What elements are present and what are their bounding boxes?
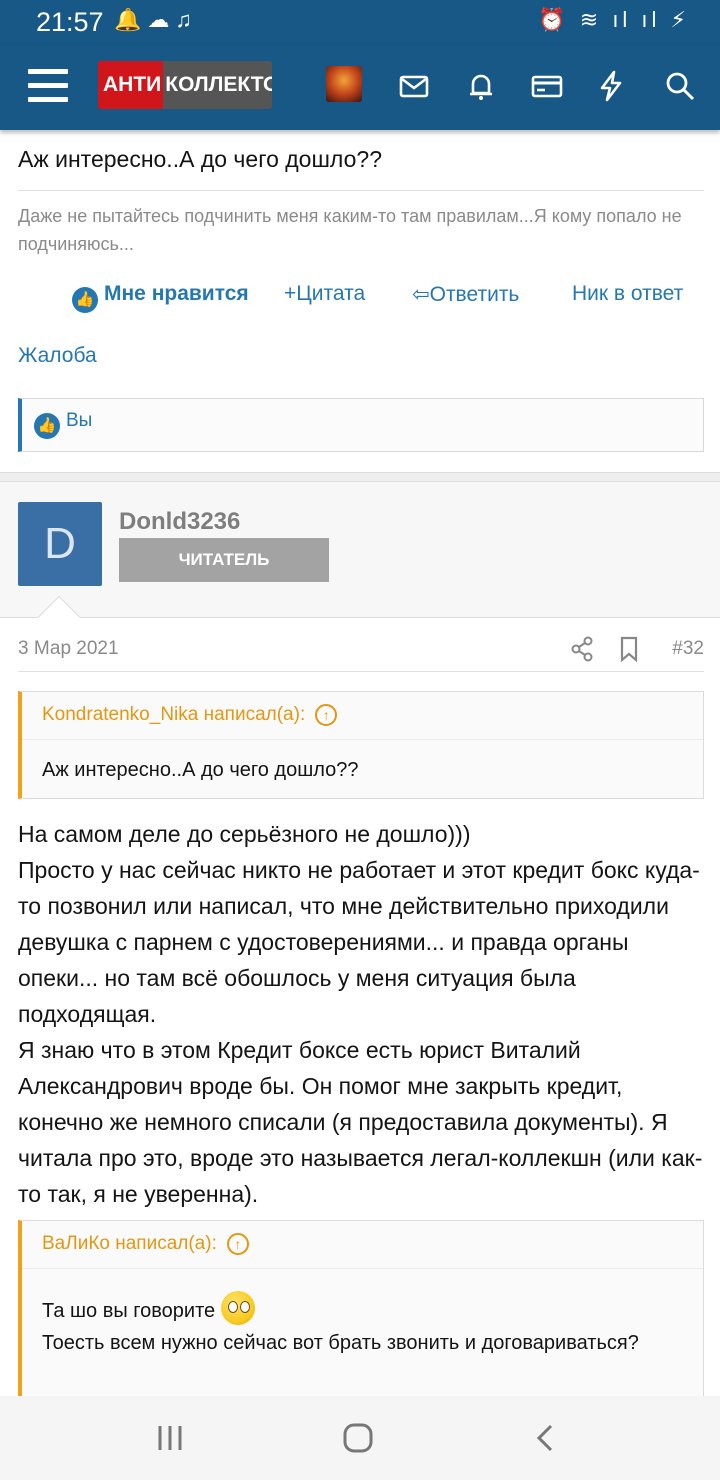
status-time: 21:57 bbox=[36, 7, 104, 37]
nick-reply-button[interactable]: Ник в ответ bbox=[572, 282, 683, 306]
likes-by-text: Вы bbox=[66, 410, 93, 431]
likes-summary[interactable]: 👍 Вы bbox=[18, 398, 704, 452]
author-avatar[interactable]: D bbox=[18, 502, 102, 586]
reply-icon: ⇦ bbox=[412, 283, 430, 306]
author-role-badge: ЧИТАТЕЛЬ bbox=[119, 538, 329, 582]
system-icons: ⏰ ≋ ıl ıl ⚡ bbox=[538, 7, 690, 32]
quote-block: ВаЛиКо написал(а): ↑ Та шо вы говорите То… bbox=[18, 1220, 704, 1396]
post-separator bbox=[0, 472, 720, 482]
bookmark-icon[interactable] bbox=[618, 634, 640, 664]
like-button[interactable]: 👍 Мне нравится bbox=[72, 282, 249, 313]
divider bbox=[18, 190, 704, 191]
quote-text: Аж интересно..А до чего дошло?? bbox=[42, 759, 359, 781]
post-text: На самом деле до серьёзного не дошло))) … bbox=[18, 821, 703, 1207]
quote-header[interactable]: Kondratenko_Nika написал(а): ↑ bbox=[22, 692, 703, 740]
report-link[interactable]: Жалоба bbox=[18, 344, 97, 368]
user-signature: Даже не пытайтесь подчинить меня каким-т… bbox=[18, 206, 682, 254]
card-icon[interactable] bbox=[529, 68, 565, 104]
logo-part-red: АНТИ bbox=[98, 61, 164, 109]
quote-author: ВаЛиКо написал(а): bbox=[42, 1233, 217, 1254]
quote-line: Тоесть всем нужно сейчас вот брать звони… bbox=[42, 1332, 639, 1354]
system-nav-bar bbox=[0, 1396, 720, 1480]
reply-button[interactable]: ⇦Ответить bbox=[412, 282, 519, 307]
arrow-up-circle-icon[interactable]: ↑ bbox=[315, 704, 338, 726]
post-author-block: D Donld3236 ЧИТАТЕЛЬ bbox=[0, 482, 720, 639]
thumbs-up-icon: 👍 bbox=[72, 287, 98, 313]
quote-button[interactable]: +Цитата bbox=[284, 282, 365, 306]
user-avatar-button[interactable] bbox=[326, 66, 362, 102]
thread-content[interactable]: Аж интересно..А до чего дошло?? Даже не … bbox=[0, 130, 720, 1396]
post-body: На самом деле до серьёзного не дошло))) … bbox=[18, 816, 708, 1212]
quote-block: Kondratenko_Nika написал(а): ↑ Аж интерес… bbox=[18, 691, 704, 799]
logo-part-gray: КОЛЛЕКТОР bbox=[163, 61, 272, 109]
site-logo[interactable]: АНТИ КОЛЛЕКТОР bbox=[98, 61, 272, 109]
mail-icon[interactable] bbox=[396, 68, 432, 104]
lightning-icon[interactable] bbox=[593, 68, 629, 104]
post-date[interactable]: 3 Мар 2021 bbox=[18, 638, 119, 660]
status-bar: 21:57 🔔☁♫ ⏰ ≋ ıl ıl ⚡ bbox=[0, 0, 720, 44]
quote-header[interactable]: ВаЛиКо написал(а): ↑ bbox=[22, 1221, 703, 1269]
author-name[interactable]: Donld3236 bbox=[119, 508, 240, 536]
menu-icon[interactable] bbox=[28, 69, 68, 103]
home-icon[interactable] bbox=[338, 1418, 378, 1458]
share-icon[interactable] bbox=[570, 634, 594, 664]
like-label: Мне нравится bbox=[104, 282, 249, 305]
post-actions: 👍 Мне нравится +Цитата ⇦Ответить Ник в от… bbox=[0, 282, 720, 316]
post-number[interactable]: #32 bbox=[672, 638, 704, 660]
previous-post-text: Аж интересно..А до чего дошло?? bbox=[18, 146, 382, 172]
back-icon[interactable] bbox=[526, 1418, 566, 1458]
notification-icons: 🔔☁♫ bbox=[114, 7, 198, 32]
divider bbox=[18, 671, 704, 672]
eye-roll-emoji-icon bbox=[220, 1291, 255, 1325]
arrow-up-circle-icon[interactable]: ↑ bbox=[226, 1233, 249, 1255]
reply-label: Ответить bbox=[429, 283, 520, 306]
recent-apps-icon[interactable] bbox=[150, 1418, 190, 1458]
pointer-arrow bbox=[37, 595, 81, 639]
bell-icon[interactable] bbox=[463, 68, 499, 104]
app-header: АНТИ КОЛЛЕКТОР bbox=[0, 44, 720, 130]
quote-text: Та шо вы говорите Тоесть всем нужно сейч… bbox=[22, 1269, 703, 1359]
quote-author: Kondratenko_Nika написал(а): bbox=[42, 704, 306, 725]
quote-line: Та шо вы говорите bbox=[42, 1300, 216, 1322]
search-icon[interactable] bbox=[662, 68, 698, 104]
thumbs-up-icon: 👍 bbox=[34, 413, 60, 439]
